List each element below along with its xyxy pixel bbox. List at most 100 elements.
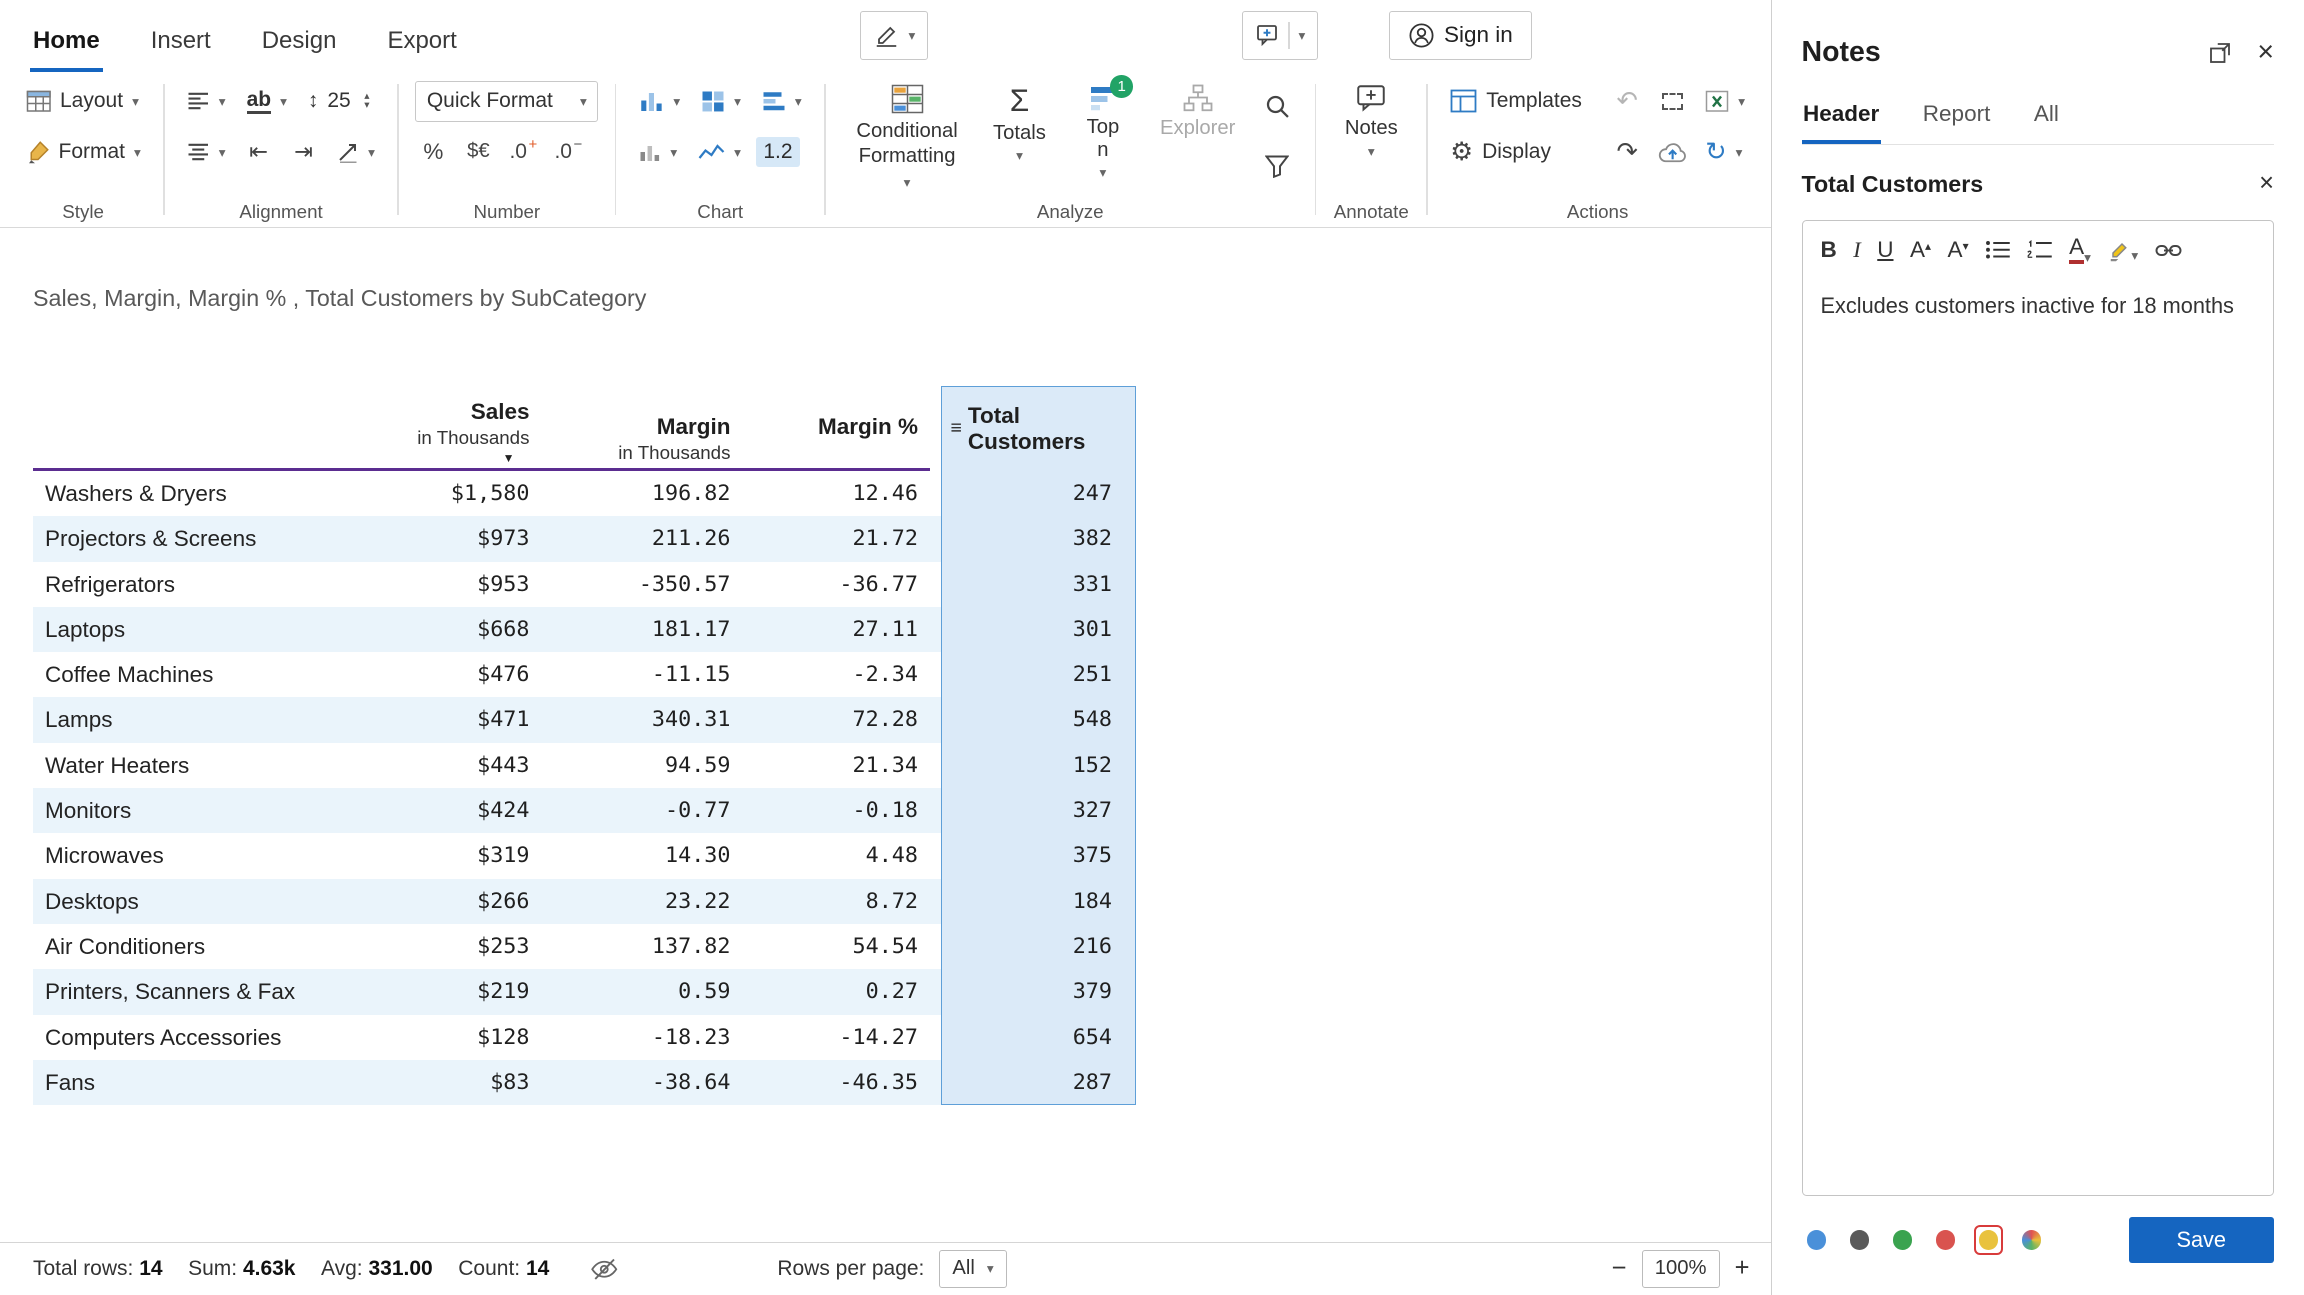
margin-pct-cell[interactable]: -36.77: [743, 562, 931, 607]
table-row[interactable]: Laptops $668 181.17 27.11 301: [33, 607, 1136, 652]
margin-pct-cell[interactable]: -0.18: [743, 788, 931, 833]
row-label-cell[interactable]: Air Conditioners: [33, 924, 339, 969]
total-customers-cell[interactable]: 251: [941, 652, 1136, 697]
total-customers-cell[interactable]: 301: [941, 607, 1136, 652]
indent-decrease-button[interactable]: ⇤: [241, 133, 277, 172]
margin-cell[interactable]: 94.59: [542, 743, 743, 788]
text-orientation-button[interactable]: ▾: [331, 132, 381, 173]
totals-button[interactable]: Σ Totals ▾: [981, 81, 1058, 163]
table-row[interactable]: Monitors $424 -0.77 -0.18 327: [33, 788, 1136, 833]
margin-cell[interactable]: 211.26: [542, 516, 743, 561]
hide-stats-button[interactable]: [590, 1258, 619, 1281]
table-row[interactable]: Coffee Machines $476 -11.15 -2.34 251: [33, 652, 1136, 697]
conditional-formatting-button[interactable]: Conditional Formatting ▾: [842, 81, 972, 194]
total-customers-cell[interactable]: 654: [941, 1015, 1136, 1060]
swatch-gray[interactable]: [1845, 1225, 1875, 1255]
sales-cell[interactable]: $128: [339, 1015, 542, 1060]
row-label-cell[interactable]: Laptops: [33, 607, 339, 652]
column-header-margin-pct[interactable]: Margin %: [743, 386, 931, 472]
note-close-button[interactable]: ×: [2259, 171, 2274, 197]
table-row[interactable]: Printers, Scanners & Fax $219 0.59 0.27 …: [33, 969, 1136, 1014]
note-body-text[interactable]: Excludes customers inactive for 18 month…: [1803, 270, 2274, 341]
highlight-button[interactable]: ▾: [2107, 238, 2138, 262]
text-wrap-button[interactable]: ab ▾: [241, 81, 293, 122]
margin-cell[interactable]: 14.30: [542, 833, 743, 878]
export-excel-button[interactable]: ▾: [1699, 81, 1751, 122]
header-note-icon[interactable]: ≡: [951, 417, 962, 440]
table-row[interactable]: Computers Accessories $128 -18.23 -14.27…: [33, 1015, 1136, 1060]
mini-chart-button[interactable]: ▾: [633, 132, 683, 173]
total-customers-cell[interactable]: 375: [941, 833, 1136, 878]
column-chart-button[interactable]: ▾: [633, 81, 686, 122]
margin-cell[interactable]: -38.64: [542, 1060, 743, 1105]
table-row[interactable]: Washers & Dryers $1,580 196.82 12.46 247: [33, 471, 1136, 516]
margin-cell[interactable]: 181.17: [542, 607, 743, 652]
total-customers-cell[interactable]: 247: [941, 471, 1136, 516]
swatch-blue[interactable]: [1802, 1225, 1832, 1255]
margin-cell[interactable]: -0.77: [542, 788, 743, 833]
column-header-total-customers[interactable]: ≡ Total Customers: [941, 386, 1136, 472]
rows-per-page-select[interactable]: All ▾: [939, 1250, 1006, 1288]
refresh-button[interactable]: ↻ ▾: [1699, 132, 1748, 173]
templates-button[interactable]: Templates: [1444, 81, 1600, 122]
top-n-button[interactable]: 1 Top n ▾: [1067, 81, 1139, 180]
margin-cell[interactable]: 196.82: [542, 471, 743, 516]
row-label-cell[interactable]: Refrigerators: [33, 562, 339, 607]
tab-insert[interactable]: Insert: [148, 12, 214, 73]
row-label-cell[interactable]: Desktops: [33, 879, 339, 924]
decrease-font-button[interactable]: A▾: [1948, 239, 1969, 262]
popout-panel-button[interactable]: [2208, 41, 2232, 65]
margin-pct-cell[interactable]: 27.11: [743, 607, 931, 652]
margin-cell[interactable]: -350.57: [542, 562, 743, 607]
bar-chart-button[interactable]: ▾: [756, 81, 808, 122]
swatch-multicolor[interactable]: [2017, 1225, 2047, 1255]
row-label-cell[interactable]: Projectors & Screens 1: [33, 516, 339, 561]
sales-cell[interactable]: $476: [339, 652, 542, 697]
row-label-cell[interactable]: Water Heaters: [33, 743, 339, 788]
total-customers-cell[interactable]: 379: [941, 969, 1136, 1014]
row-label-cell[interactable]: Microwaves: [33, 833, 339, 878]
italic-button[interactable]: I: [1853, 239, 1861, 262]
indent-increase-button[interactable]: ⇥: [286, 133, 322, 172]
swatch-green[interactable]: [1888, 1225, 1918, 1255]
row-label-cell[interactable]: Lamps: [33, 697, 339, 742]
margin-pct-cell[interactable]: 8.72: [743, 879, 931, 924]
tab-design[interactable]: Design: [259, 12, 340, 73]
sales-cell[interactable]: $266: [339, 879, 542, 924]
margin-pct-cell[interactable]: -2.34: [743, 652, 931, 697]
currency-format-button[interactable]: $€: [460, 132, 496, 171]
sales-cell[interactable]: $953: [339, 562, 542, 607]
margin-cell[interactable]: -18.23: [542, 1015, 743, 1060]
margin-cell[interactable]: 0.59: [542, 969, 743, 1014]
margin-pct-cell[interactable]: 0.27: [743, 969, 931, 1014]
margin-pct-cell[interactable]: -14.27: [743, 1015, 931, 1060]
margin-cell[interactable]: 23.22: [542, 879, 743, 924]
total-customers-cell[interactable]: 327: [941, 788, 1136, 833]
margin-pct-cell[interactable]: 21.34: [743, 743, 931, 788]
total-customers-cell[interactable]: 216: [941, 924, 1136, 969]
increase-decimal-button[interactable]: .0+: [505, 132, 541, 171]
filter-button[interactable]: [1259, 147, 1295, 186]
table-row[interactable]: Fans $83 -38.64 -46.35 287: [33, 1060, 1136, 1105]
sales-cell[interactable]: $668: [339, 607, 542, 652]
row-height-control[interactable]: ↕ 25 ▴▾: [302, 81, 376, 122]
margin-cell[interactable]: 137.82: [542, 924, 743, 969]
margin-pct-cell[interactable]: 4.48: [743, 833, 931, 878]
sales-cell[interactable]: $973: [339, 516, 542, 561]
sparkline-button[interactable]: ▾: [692, 132, 747, 173]
redo-button[interactable]: ↷: [1609, 133, 1645, 172]
edit-mode-button[interactable]: ▾: [860, 11, 929, 61]
display-button[interactable]: ⚙ Display: [1444, 132, 1600, 173]
column-header-margin[interactable]: Margin in Thousands: [542, 386, 743, 472]
search-button[interactable]: [1259, 87, 1295, 126]
publish-button[interactable]: [1654, 133, 1690, 172]
tab-export[interactable]: Export: [384, 12, 459, 73]
vertical-align-button[interactable]: ▾: [181, 132, 231, 173]
sales-cell[interactable]: $1,580: [339, 471, 542, 516]
row-label-cell[interactable]: Coffee Machines: [33, 652, 339, 697]
bold-button[interactable]: B: [1821, 239, 1837, 262]
close-panel-button[interactable]: ×: [2257, 38, 2274, 67]
quick-format-select[interactable]: Quick Format ▾: [415, 81, 598, 122]
margin-pct-cell[interactable]: 54.54: [743, 924, 931, 969]
decimal-places-toggle[interactable]: 1.2: [756, 137, 800, 167]
